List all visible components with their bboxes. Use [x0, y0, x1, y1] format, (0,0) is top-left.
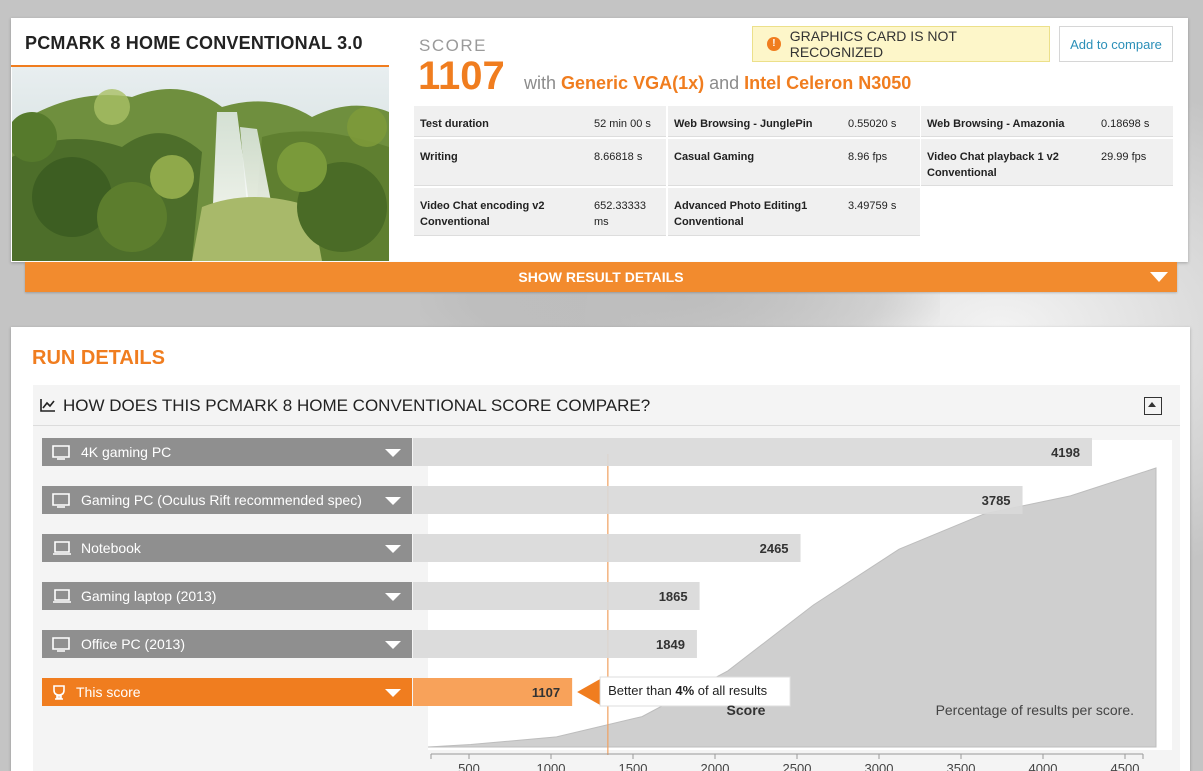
result-cell: Video Chat encoding v2 Conventional 652.…: [414, 188, 666, 236]
comparison-category-label: Gaming PC (Oculus Rift recommended spec): [81, 492, 362, 508]
result-cell: Web Browsing - JunglePin 0.55020 s: [668, 106, 920, 137]
bar-value-label: 2465: [760, 541, 789, 556]
run-details-title: RUN DETAILS: [32, 347, 165, 369]
show-result-details-label: SHOW RESULT DETAILS: [518, 269, 684, 285]
cpu-link[interactable]: Intel Celeron N3050: [744, 73, 911, 93]
result-name: Test duration: [420, 118, 489, 130]
result-name: Casual Gaming: [674, 151, 755, 163]
result-name: Web Browsing - Amazonia: [927, 118, 1065, 130]
result-value: 8.96 fps: [848, 151, 888, 163]
x-tick-label: 1000: [537, 761, 566, 771]
gpu-warning-badge: ! GRAPHICS CARD IS NOT RECOGNIZED: [752, 26, 1050, 62]
comparison-bar: [413, 438, 1092, 466]
score-compare-chart: 4K gaming PC 4198 Gaming PC (Oculus Rift r…: [42, 438, 1172, 771]
result-name: Video Chat encoding v2 Conventional: [420, 200, 545, 228]
result-cell: Advanced Photo Editing1 Conventional 3.4…: [668, 188, 920, 236]
x-tick-label: 500: [458, 761, 480, 771]
bar-value-label: 4198: [1051, 445, 1080, 460]
distribution-note: Percentage of results per score.: [936, 702, 1134, 718]
run-details-panel: RUN DETAILS HOW DOES THIS PCMARK 8 HOME …: [11, 327, 1190, 771]
result-name: Writing: [420, 151, 458, 163]
bar-value-label: 1865: [659, 589, 688, 604]
x-tick-label: 3000: [865, 761, 894, 771]
exclamation-icon: !: [767, 37, 781, 51]
result-value: 29.99 fps: [1101, 151, 1147, 163]
comparison-category-label: Office PC (2013): [81, 636, 185, 652]
result-name: Web Browsing - JunglePin: [674, 118, 813, 130]
x-tick-label: 1500: [619, 761, 648, 771]
x-tick-label: 2000: [701, 761, 730, 771]
result-value: 8.66818 s: [594, 151, 643, 163]
add-to-compare-button[interactable]: Add to compare: [1059, 26, 1173, 62]
result-cell: Writing 8.66818 s: [414, 139, 666, 186]
comparison-category-label: 4K gaming PC: [81, 444, 171, 460]
result-cell: Video Chat playback 1 v2 Conventional 29…: [921, 139, 1173, 186]
score-compare-section: HOW DOES THIS PCMARK 8 HOME CONVENTIONAL…: [33, 385, 1180, 771]
comparison-bar: [413, 486, 1023, 514]
comparison-category-label: This score: [76, 684, 141, 700]
result-cell: Web Browsing - Amazonia 0.18698 s: [921, 106, 1173, 137]
result-value: 0.18698 s: [1101, 118, 1150, 130]
chevron-down-icon: [1150, 272, 1168, 282]
bar-value-label: 3785: [982, 493, 1011, 508]
comparison-category-label: Gaming laptop (2013): [81, 588, 216, 604]
x-tick-label: 3500: [947, 761, 976, 771]
comparison-bar: [413, 582, 700, 610]
comparison-category-label: Notebook: [81, 540, 142, 556]
x-tick-label: 2500: [783, 761, 812, 771]
comparison-bar: [413, 630, 697, 658]
gpu-link[interactable]: Generic VGA(1x): [561, 73, 704, 93]
percentile-callout: Better than 4% of all results: [608, 683, 767, 698]
result-value: 652.33333 ms: [594, 200, 646, 228]
x-axis-title: Score: [727, 702, 766, 718]
result-cell: Test duration 52 min 00 s: [414, 106, 666, 137]
result-card: PCMARK 8 HOME CONVENTIONAL 3.0 SCORE 110…: [11, 18, 1188, 262]
benchmark-title: PCMARK 8 HOME CONVENTIONAL 3.0: [25, 33, 363, 53]
score-value: 1107: [418, 54, 505, 98]
and-text: and: [709, 73, 740, 93]
result-name: Video Chat playback 1 v2 Conventional: [927, 151, 1059, 179]
result-name: Advanced Photo Editing1 Conventional: [674, 200, 808, 228]
x-tick-label: 4000: [1029, 761, 1058, 771]
bar-value-label: 1107: [532, 685, 560, 700]
result-value: 52 min 00 s: [594, 118, 651, 130]
result-value: 0.55020 s: [848, 118, 897, 130]
score-label: SCORE: [419, 36, 487, 55]
result-cell: Casual Gaming 8.96 fps: [668, 139, 920, 186]
result-value: 3.49759 s: [848, 200, 897, 212]
x-tick-label: 4500: [1111, 761, 1140, 771]
benchmark-image: [12, 67, 389, 261]
show-result-details-button[interactable]: SHOW RESULT DETAILS: [25, 262, 1177, 292]
with-text: with: [524, 73, 557, 93]
score-hardware: with Generic VGA(1x) and Intel Celeron N…: [524, 73, 911, 94]
comparison-bar: [413, 534, 801, 562]
bar-value-label: 1849: [656, 637, 685, 652]
gpu-warning-text: GRAPHICS CARD IS NOT RECOGNIZED: [789, 28, 957, 60]
